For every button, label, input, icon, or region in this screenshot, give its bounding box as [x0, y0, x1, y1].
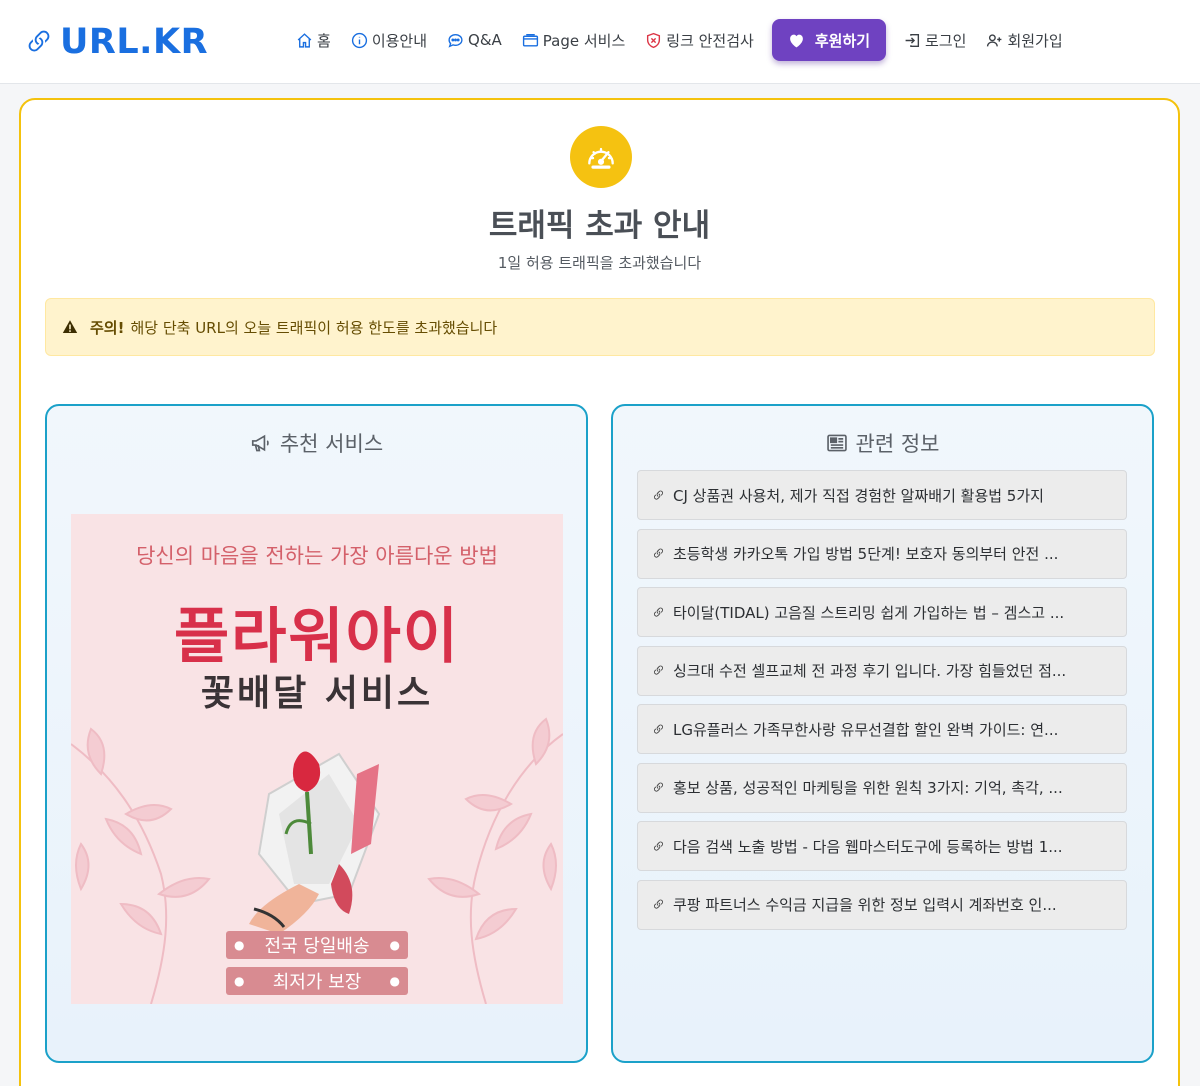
- nav-qna[interactable]: Q&A: [437, 20, 512, 60]
- link-45deg-icon: [654, 841, 663, 851]
- nav-login-label: 로그인: [925, 31, 967, 50]
- page-title: 트래픽 초과 안내: [488, 208, 711, 244]
- nav-qna-label: Q&A: [468, 31, 502, 49]
- related-link-text: 쿠팡 파트너스 수익금 지급을 위한 정보 입력시 계좌번호 인...: [673, 896, 1057, 914]
- nav-link-safety[interactable]: 링크 안전검사: [635, 20, 764, 60]
- related-link-item[interactable]: 초등학생 카카오톡 가입 방법 5단계! 보호자 동의부터 안전 ...: [637, 528, 1127, 579]
- bullet-dot-icon: ●: [234, 974, 245, 988]
- speedometer-icon: [570, 126, 632, 188]
- link-45deg-icon: [654, 724, 663, 734]
- nav-page-service-label: Page 서비스: [542, 31, 626, 50]
- house-icon: [297, 32, 312, 48]
- link-45deg-icon: [654, 899, 663, 909]
- chat-dots-icon: [448, 33, 463, 48]
- info-circle-icon: [351, 32, 367, 48]
- related-link-text: 다음 검색 노출 방법 - 다음 웹마스터도구에 등록하는 방법 1...: [673, 837, 1063, 856]
- nav-page-service[interactable]: Page 서비스: [512, 20, 635, 60]
- related-heading: 관련 정보: [613, 428, 1152, 458]
- top-navbar: URL.KR 홈 이용안내 Q&A Page 서비스 링크 안전검사 후원하기: [0, 0, 1200, 84]
- recommend-title: 추천 서비스: [279, 432, 384, 456]
- window-icon: [522, 33, 538, 47]
- person-plus-icon: [987, 33, 1002, 46]
- related-link-item[interactable]: CJ 상품권 사용처, 제가 직접 경험한 알짜배기 활용법 5가지: [637, 470, 1127, 520]
- ad-pill-lowest-price: ● 최저가 보장 ●: [226, 967, 408, 995]
- main-nav: 홈 이용안내 Q&A Page 서비스 링크 안전검사 후원하기 로그인 회원가…: [286, 18, 1073, 62]
- nav-signup[interactable]: 회원가입: [976, 20, 1072, 60]
- page-subtitle: 1일 허용 트래픽을 초과했습니다: [497, 254, 702, 272]
- nav-home-label: 홈: [317, 31, 331, 50]
- alert-text: 해당 단축 URL의 오늘 트래픽이 허용 한도를 초과했습니다: [130, 318, 498, 337]
- traffic-notice-card: 트래픽 초과 안내 1일 허용 트래픽을 초과했습니다 주의! 해당 단축 UR…: [19, 98, 1180, 1086]
- ad-pill-lowest-price-label: 최저가 보장: [272, 972, 362, 993]
- bullet-dot-icon: ●: [389, 938, 400, 952]
- recommend-panel: 추천 서비스 당신의 마음을 전하는 가장 아름다운 방법 플라워아이 꽃배달 …: [45, 404, 588, 1063]
- link-icon: [28, 30, 50, 52]
- shield-x-icon: [647, 32, 661, 48]
- related-link-item[interactable]: 타이달(TIDAL) 고음질 스트리밍 쉽게 가입하는 법 – 겜스고 ...: [637, 587, 1127, 637]
- related-link-text: CJ 상품권 사용처, 제가 직접 경험한 알짜배기 활용법 5가지: [673, 486, 1044, 505]
- link-45deg-icon: [654, 607, 663, 617]
- related-link-item[interactable]: LG유플러스 가족무한사랑 유무선결합 할인 완벽 가이드: 연...: [637, 704, 1127, 754]
- ad-service-name: 꽃배달 서비스: [200, 673, 434, 714]
- alert-strong: 주의!: [90, 318, 125, 337]
- related-link-item[interactable]: 싱크대 수전 셀프교체 전 과정 후기 입니다. 가장 힘들었던 점...: [637, 645, 1127, 696]
- related-link-text: LG유플러스 가족무한사랑 유무선결합 할인 완벽 가이드: 연...: [673, 720, 1059, 739]
- bullet-dot-icon: ●: [234, 938, 245, 952]
- ad-tagline: 당신의 마음을 전하는 가장 아름다운 방법: [136, 544, 498, 568]
- ad-pill-same-day-label: 전국 당일배송: [264, 936, 370, 957]
- related-links-list: CJ 상품권 사용처, 제가 직접 경험한 알짜배기 활용법 5가지 초등학생 …: [637, 470, 1127, 938]
- link-45deg-icon: [654, 665, 663, 675]
- link-45deg-icon: [654, 548, 663, 558]
- bullet-dot-icon: ●: [389, 974, 400, 988]
- sponsor-label: 후원하기: [814, 31, 871, 50]
- related-info-panel: 관련 정보 CJ 상품권 사용처, 제가 직접 경험한 알짜배기 활용법 5가지…: [611, 404, 1154, 1063]
- link-45deg-icon: [654, 782, 663, 792]
- related-title: 관련 정보: [855, 432, 940, 456]
- brand-logo[interactable]: URL.KR: [24, 20, 208, 64]
- nav-signup-label: 회원가입: [1007, 31, 1063, 50]
- link-45deg-icon: [654, 490, 663, 500]
- sponsor-button[interactable]: 후원하기: [771, 19, 887, 61]
- related-link-text: 홍보 상품, 성공적인 마케팅을 위한 원칙 3가지: 기억, 촉각, ...: [673, 779, 1063, 797]
- megaphone-icon: [251, 434, 269, 452]
- warning-alert: 주의! 해당 단축 URL의 오늘 트래픽이 허용 한도를 초과했습니다: [45, 298, 1155, 356]
- brand-name: URL.KR: [60, 22, 209, 62]
- related-link-item[interactable]: 홍보 상품, 성공적인 마케팅을 위한 원칙 3가지: 기억, 촉각, ...: [637, 762, 1127, 813]
- nav-login[interactable]: 로그인: [894, 20, 976, 60]
- related-link-text: 타이달(TIDAL) 고음질 스트리밍 쉽게 가입하는 법 – 겜스고 ...: [673, 603, 1065, 622]
- ad-brand-name: 플라워아이: [174, 602, 460, 672]
- newspaper-icon: [826, 434, 847, 452]
- nav-guide[interactable]: 이용안내: [341, 20, 437, 60]
- nav-guide-label: 이용안내: [371, 31, 428, 50]
- related-link-text: 초등학생 카카오톡 가입 방법 5단계! 보호자 동의부터 안전 ...: [673, 545, 1059, 563]
- nav-home[interactable]: 홈: [286, 20, 341, 60]
- bouquet-illustration: [249, 751, 381, 934]
- ad-pill-same-day: ● 전국 당일배송 ●: [226, 931, 408, 959]
- warning-triangle-icon: [62, 320, 78, 333]
- flower-delivery-ad-banner[interactable]: 당신의 마음을 전하는 가장 아름다운 방법 플라워아이 꽃배달 서비스 ● 전…: [71, 514, 563, 1004]
- related-link-item[interactable]: 쿠팡 파트너스 수익금 지급을 위한 정보 입력시 계좌번호 인...: [637, 879, 1127, 930]
- nav-link-safety-label: 링크 안전검사: [666, 31, 754, 50]
- related-link-text: 싱크대 수전 셀프교체 전 과정 후기 입니다. 가장 힘들었던 점...: [673, 662, 1067, 680]
- recommend-heading: 추천 서비스: [47, 428, 586, 458]
- related-link-item[interactable]: 다음 검색 노출 방법 - 다음 웹마스터도구에 등록하는 방법 1...: [637, 821, 1127, 871]
- box-arrow-in-right-icon: [905, 33, 920, 47]
- heart-icon: [789, 34, 803, 47]
